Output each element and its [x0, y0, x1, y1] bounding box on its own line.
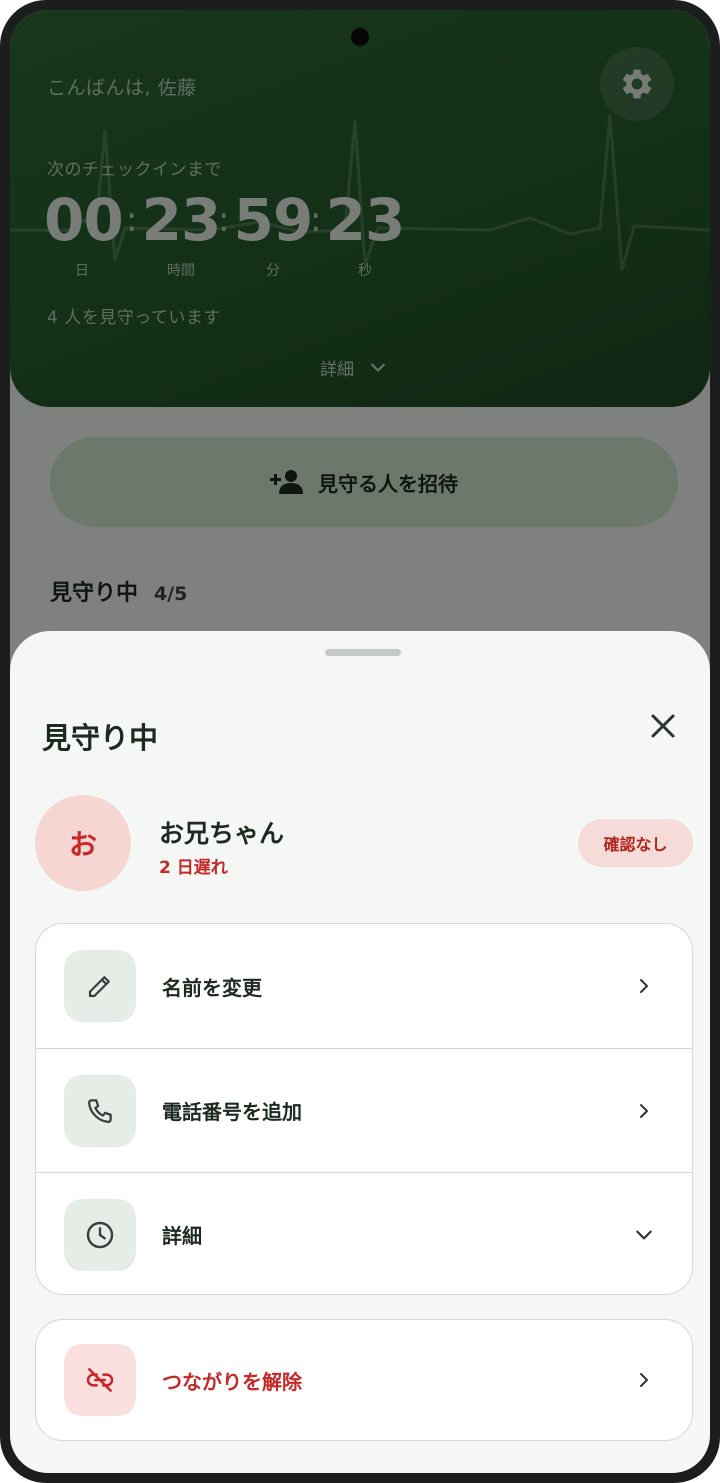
action-label: 詳細	[162, 1224, 202, 1248]
action-icon-box	[64, 1344, 136, 1416]
action-disconnect[interactable]: つながりを解除	[36, 1320, 692, 1440]
status-badge: 確認なし	[578, 819, 693, 867]
action-label: 電話番号を追加	[162, 1100, 302, 1124]
action-add-phone[interactable]: 電話番号を追加	[36, 1048, 692, 1172]
close-icon	[651, 714, 675, 738]
person-status: 2 日遅れ	[159, 858, 228, 878]
avatar: お	[35, 795, 131, 891]
action-rename[interactable]: 名前を変更	[36, 924, 692, 1048]
action-icon-box	[64, 1074, 136, 1147]
link-off-icon	[86, 1368, 114, 1392]
action-label: つながりを解除	[162, 1369, 302, 1394]
chevron-right-icon	[632, 1099, 656, 1123]
screen: こんばんは, 佐藤 次のチェックインまで 00 日 : 23 時間 : 59 分…	[10, 10, 710, 1473]
close-button[interactable]	[640, 703, 686, 749]
sheet-title: 見守り中	[42, 721, 159, 755]
action-icon-box	[64, 1198, 136, 1271]
pencil-icon	[88, 976, 110, 998]
action-details[interactable]: 詳細	[36, 1172, 692, 1294]
danger-card: つながりを解除	[35, 1319, 693, 1441]
device-frame: こんばんは, 佐藤 次のチェックインまで 00 日 : 23 時間 : 59 分…	[0, 0, 720, 1483]
chevron-down-icon	[632, 1223, 656, 1247]
actions-card: 名前を変更 電話番号を追加 詳細	[35, 923, 693, 1295]
action-icon-box	[64, 950, 136, 1022]
chevron-right-icon	[632, 974, 656, 998]
phone-icon	[87, 1098, 112, 1123]
action-label: 名前を変更	[162, 975, 262, 1000]
chevron-right-icon	[632, 1368, 656, 1392]
person-name: お兄ちゃん	[159, 819, 285, 848]
clock-icon	[86, 1221, 114, 1248]
drag-handle[interactable]	[325, 649, 401, 656]
bottom-sheet: 見守り中 お お兄ちゃん 2 日遅れ 確認なし 名前を変更 電話番号を追加 詳細…	[10, 631, 710, 1473]
